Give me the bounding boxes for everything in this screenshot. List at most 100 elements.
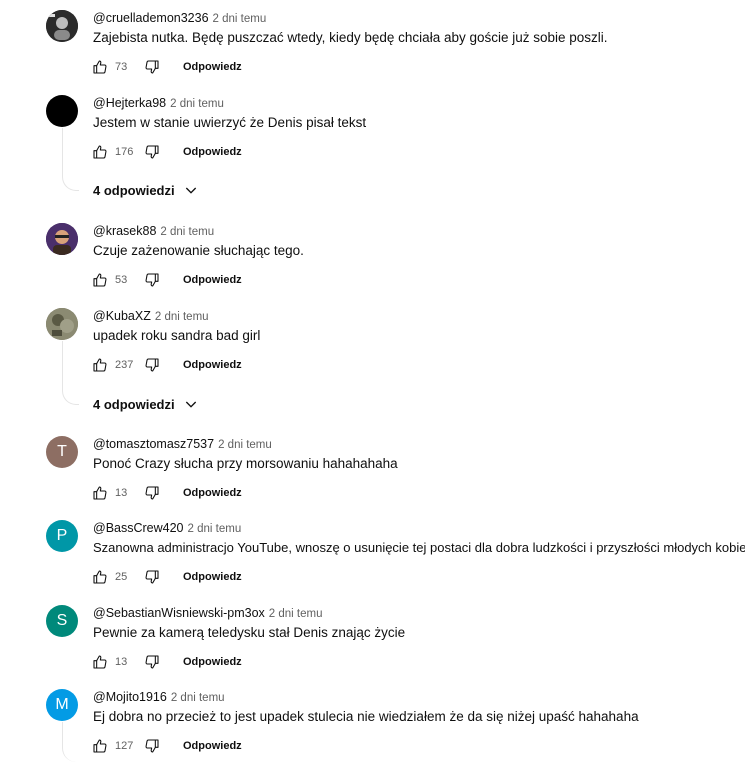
- avatar[interactable]: T: [46, 436, 78, 468]
- comment-timestamp[interactable]: 2 dni temu: [269, 608, 323, 620]
- comment-timestamp[interactable]: 2 dni temu: [170, 98, 224, 110]
- like-count: 176: [115, 146, 134, 158]
- comment-author[interactable]: @Mojito1916: [93, 690, 167, 704]
- comment-header: @tomasztomasz7537 2 dni temu: [93, 436, 272, 453]
- dislike-button[interactable]: [143, 143, 161, 161]
- comment-author[interactable]: @SebastianWisniewski-pm3ox: [93, 606, 265, 620]
- comment-author[interactable]: @BassCrew420: [93, 521, 184, 535]
- like-button[interactable]: [91, 271, 109, 289]
- thumbs-up-icon: [92, 272, 108, 288]
- thumbs-down-icon: [144, 485, 160, 501]
- comment-timestamp[interactable]: 2 dni temu: [160, 226, 214, 238]
- comment-timestamp[interactable]: 2 dni temu: [155, 311, 209, 323]
- avatar-letter: M: [55, 696, 69, 713]
- view-replies-button[interactable]: 4 odpowiedzi: [93, 396, 199, 412]
- comment-text: Ej dobra no przecież to jest upadek stul…: [93, 709, 639, 724]
- avatar[interactable]: P: [46, 520, 78, 552]
- avatar-letter: S: [56, 612, 68, 629]
- like-button[interactable]: [91, 58, 109, 76]
- dislike-button[interactable]: [143, 356, 161, 374]
- like-button[interactable]: [91, 143, 109, 161]
- like-button[interactable]: [91, 568, 109, 586]
- thumbs-up-icon: [92, 357, 108, 373]
- like-count: 13: [115, 487, 128, 499]
- replies-label: 4 odpowiedzi: [93, 396, 175, 412]
- thread-connector: [62, 722, 79, 762]
- avatar[interactable]: S: [46, 605, 78, 637]
- chevron-down-icon: [183, 182, 199, 198]
- replies-label: 4 odpowiedzi: [93, 182, 175, 198]
- reply-button[interactable]: Odpowiedz: [183, 656, 242, 668]
- thread-connector: [62, 128, 79, 191]
- comment-author[interactable]: @krasek88: [93, 224, 156, 238]
- comment-actions: 73 Odpowiedz: [91, 57, 242, 77]
- reply-button[interactable]: Odpowiedz: [183, 61, 242, 73]
- dislike-button[interactable]: [143, 58, 161, 76]
- thumbs-up-icon: [92, 144, 108, 160]
- dislike-button[interactable]: [143, 568, 161, 586]
- chevron-down-icon: [183, 396, 199, 412]
- comment-timestamp[interactable]: 2 dni temu: [218, 439, 272, 451]
- comment-timestamp[interactable]: 2 dni temu: [213, 13, 267, 25]
- comment-actions: 13 Odpowiedz: [91, 652, 242, 672]
- reply-button[interactable]: Odpowiedz: [183, 740, 242, 752]
- thumbs-down-icon: [144, 144, 160, 160]
- comment-text: Jestem w stanie uwierzyć że Denis pisał …: [93, 115, 367, 130]
- comment-timestamp[interactable]: 2 dni temu: [188, 523, 242, 535]
- comment-actions: 13 Odpowiedz: [91, 483, 242, 503]
- comment-text: Pewnie za kamerą teledysku stał Denis zn…: [93, 625, 406, 640]
- like-button[interactable]: [91, 484, 109, 502]
- reply-button[interactable]: Odpowiedz: [183, 146, 242, 158]
- thread-connector: [62, 341, 79, 405]
- comment-actions: 53 Odpowiedz: [91, 270, 242, 290]
- comment-author[interactable]: @cruellademon3236: [93, 11, 209, 25]
- thumbs-up-icon: [92, 485, 108, 501]
- comment-actions: 176 Odpowiedz: [91, 142, 242, 162]
- thumbs-up-icon: [92, 654, 108, 670]
- avatar[interactable]: [46, 223, 78, 255]
- comment-text: Szanowna administracjo YouTube, wnoszę o…: [93, 540, 745, 555]
- like-count: 25: [115, 571, 128, 583]
- comment-author[interactable]: @tomasztomasz7537: [93, 437, 214, 451]
- comment-author[interactable]: @Hejterka98: [93, 96, 166, 110]
- comment-actions: 25 Odpowiedz: [91, 567, 242, 587]
- comment-header: @krasek88 2 dni temu: [93, 223, 214, 240]
- comment-actions: 127 Odpowiedz: [91, 736, 242, 756]
- comment-header: @KubaXZ 2 dni temu: [93, 308, 209, 325]
- like-button[interactable]: [91, 737, 109, 755]
- dislike-button[interactable]: [143, 653, 161, 671]
- comment-text: Czuje zażenowanie słuchając tego.: [93, 243, 304, 258]
- comment-text: Zajebista nutka. Będę puszczać wtedy, ki…: [93, 30, 608, 45]
- comment-header: @cruellademon3236 2 dni temu: [93, 10, 266, 27]
- thumbs-down-icon: [144, 272, 160, 288]
- comment-author[interactable]: @KubaXZ: [93, 309, 151, 323]
- dislike-button[interactable]: [143, 484, 161, 502]
- thumbs-down-icon: [144, 738, 160, 754]
- avatar[interactable]: [46, 308, 78, 340]
- comment-timestamp[interactable]: 2 dni temu: [171, 692, 225, 704]
- thumbs-down-icon: [144, 569, 160, 585]
- like-button[interactable]: [91, 356, 109, 374]
- like-count: 13: [115, 656, 128, 668]
- comment-header: @Hejterka98 2 dni temu: [93, 95, 224, 112]
- comment-header: @BassCrew420 2 dni temu: [93, 520, 241, 537]
- avatar[interactable]: [46, 10, 78, 42]
- reply-button[interactable]: Odpowiedz: [183, 571, 242, 583]
- thumbs-down-icon: [144, 357, 160, 373]
- avatar-letter: P: [56, 527, 68, 544]
- dislike-button[interactable]: [143, 737, 161, 755]
- reply-button[interactable]: Odpowiedz: [183, 487, 242, 499]
- comment-text: upadek roku sandra bad girl: [93, 328, 261, 343]
- dislike-button[interactable]: [143, 271, 161, 289]
- thumbs-down-icon: [144, 654, 160, 670]
- like-button[interactable]: [91, 653, 109, 671]
- avatar[interactable]: [46, 95, 78, 127]
- avatar[interactable]: M: [46, 689, 78, 721]
- reply-button[interactable]: Odpowiedz: [183, 359, 242, 371]
- thumbs-up-icon: [92, 738, 108, 754]
- view-replies-button[interactable]: 4 odpowiedzi: [93, 182, 199, 198]
- thumbs-up-icon: [92, 59, 108, 75]
- comment-actions: 237 Odpowiedz: [91, 355, 242, 375]
- thumbs-down-icon: [144, 59, 160, 75]
- reply-button[interactable]: Odpowiedz: [183, 274, 242, 286]
